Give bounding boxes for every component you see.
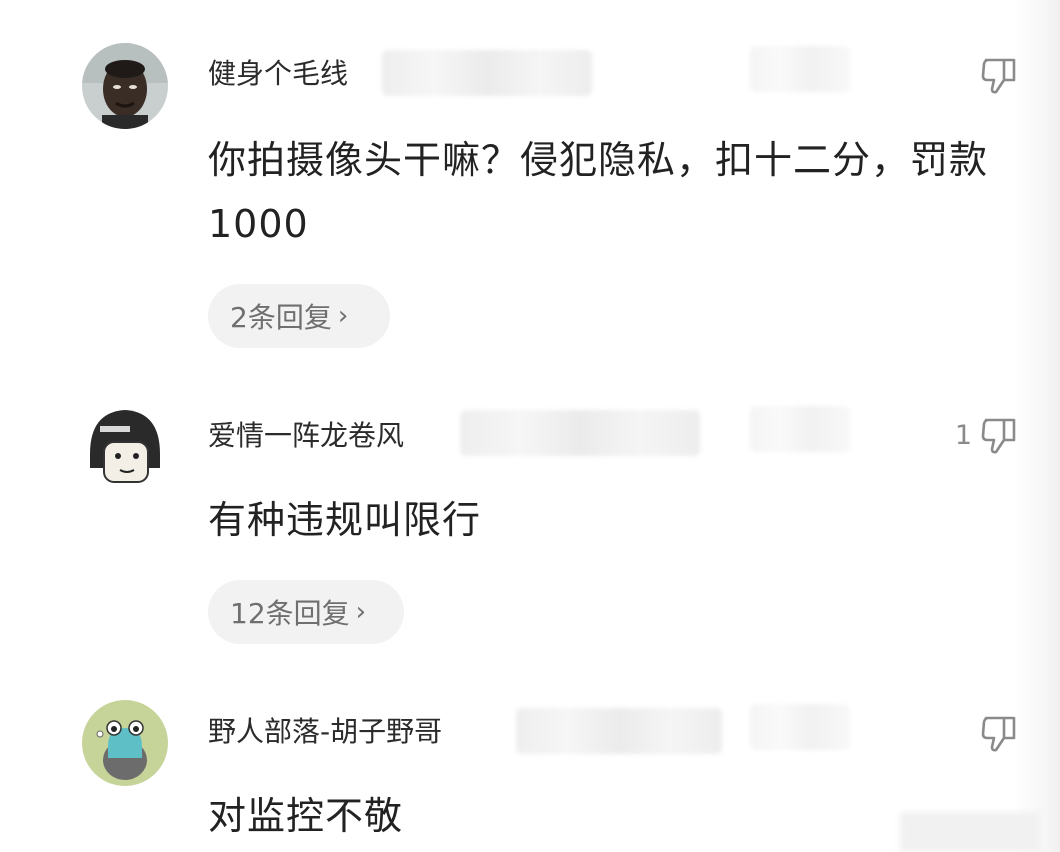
comment-content: 有种违规叫限行 [208, 498, 482, 542]
blurred-info [382, 50, 592, 96]
chevron-right-icon: › [355, 597, 367, 627]
comment-content: 对监控不敬 [208, 794, 404, 838]
replies-button[interactable]: 2条回复 › [208, 284, 390, 348]
avatar[interactable] [82, 404, 168, 490]
username[interactable]: 健身个毛线 [208, 54, 348, 94]
avatar-helmet-meme-icon [82, 404, 168, 490]
username[interactable]: 爱情一阵龙卷风 [208, 416, 404, 456]
blurred-info [750, 704, 850, 750]
avatar-frog-cartoon-icon [82, 700, 168, 786]
blurred-info [750, 46, 850, 92]
blurred-info [460, 410, 700, 456]
avatar-photo-man-icon [82, 43, 168, 129]
replies-label: 12条回复 [230, 597, 350, 630]
blurred-info [516, 708, 722, 754]
blurred-corner [900, 812, 1040, 852]
username[interactable]: 野人部落-胡子野哥 [208, 712, 442, 752]
replies-button[interactable]: 12条回复 › [208, 580, 404, 644]
like-area[interactable]: 1 [955, 412, 1022, 460]
screen-edge-shadow [1014, 0, 1060, 852]
comment-content: 你拍摄像头干嘛？侵犯隐私，扣十二分，罚款1000 [208, 138, 989, 246]
chevron-right-icon: › [337, 301, 349, 331]
avatar[interactable] [82, 700, 168, 786]
blurred-info [750, 406, 850, 452]
avatar[interactable] [82, 43, 168, 129]
like-count: 1 [954, 420, 972, 451]
replies-label: 2条回复 [230, 301, 332, 334]
